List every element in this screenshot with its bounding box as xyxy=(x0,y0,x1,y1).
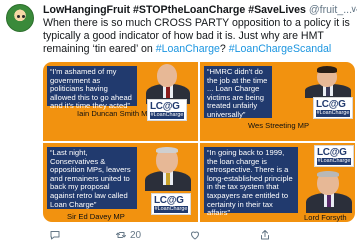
reply-icon xyxy=(50,231,60,240)
quote-card[interactable]: “HMRC didn't do the job at the time ... … xyxy=(200,62,355,141)
hashtag-link[interactable]: #LoanChargeScandal xyxy=(229,43,332,55)
quote-text: “In going back to 1999, the loan charge … xyxy=(204,147,298,217)
avatar[interactable] xyxy=(6,4,34,32)
speaker-caption: Lord Forsyth xyxy=(304,213,347,222)
tweet-actions: 20 xyxy=(43,229,355,243)
portrait-image xyxy=(143,64,193,104)
reply-button[interactable] xyxy=(49,229,64,241)
tweet-text: When there is so much CROSS PARTY opposi… xyxy=(43,17,350,56)
lcag-logo: LC@G #LoanCharge xyxy=(313,97,353,119)
like-icon xyxy=(191,231,199,240)
lcag-logo: LC@G #LoanCharge xyxy=(147,99,187,121)
avatar-eye xyxy=(17,15,20,18)
lcag-logo: LC@G #LoanCharge xyxy=(314,145,354,167)
tweet-header: LowHangingFruit #STOPtheLoanCharge #Save… xyxy=(43,4,357,18)
media-grid[interactable]: “I'm ashamed of my government as politic… xyxy=(43,62,355,222)
quote-card[interactable]: “Last night, Conservatives & opposition … xyxy=(43,143,198,222)
user-handle[interactable]: @fruit_... xyxy=(309,4,352,16)
speaker-caption: Sir Ed Davey MP xyxy=(67,212,125,221)
share-button[interactable] xyxy=(259,229,271,241)
speaker-caption: Wes Streeting MP xyxy=(248,121,310,130)
quote-card[interactable]: “I'm ashamed of my government as politic… xyxy=(43,62,198,141)
portrait-image xyxy=(143,145,193,191)
portrait-image xyxy=(303,66,353,98)
quote-card[interactable]: “In going back to 1999, the loan charge … xyxy=(200,143,355,222)
speaker-caption: Iain Duncan Smith MP xyxy=(77,109,153,118)
display-name[interactable]: LowHangingFruit #STOPtheLoanCharge #Save… xyxy=(43,4,306,16)
retweet-icon xyxy=(116,232,126,238)
lcag-logo: LC@G #LoanCharge xyxy=(151,193,191,215)
avatar-eye xyxy=(22,15,25,18)
hashtag-link[interactable]: #LoanCharge xyxy=(156,43,220,55)
like-button[interactable] xyxy=(189,229,204,241)
quote-text: “HMRC didn't do the job at the time ... … xyxy=(204,66,272,119)
quote-text: “Last night, Conservatives & opposition … xyxy=(47,147,137,209)
retweet-count: 20 xyxy=(130,229,142,241)
quote-text: “I'm ashamed of my government as politic… xyxy=(47,66,137,110)
tweet: LowHangingFruit #STOPtheLoanCharge #Save… xyxy=(0,0,360,248)
chevron-down-icon[interactable]: ∨ xyxy=(350,4,357,15)
portrait-image xyxy=(304,169,354,213)
retweet-button[interactable]: 20 xyxy=(115,229,141,241)
share-icon xyxy=(261,230,269,240)
